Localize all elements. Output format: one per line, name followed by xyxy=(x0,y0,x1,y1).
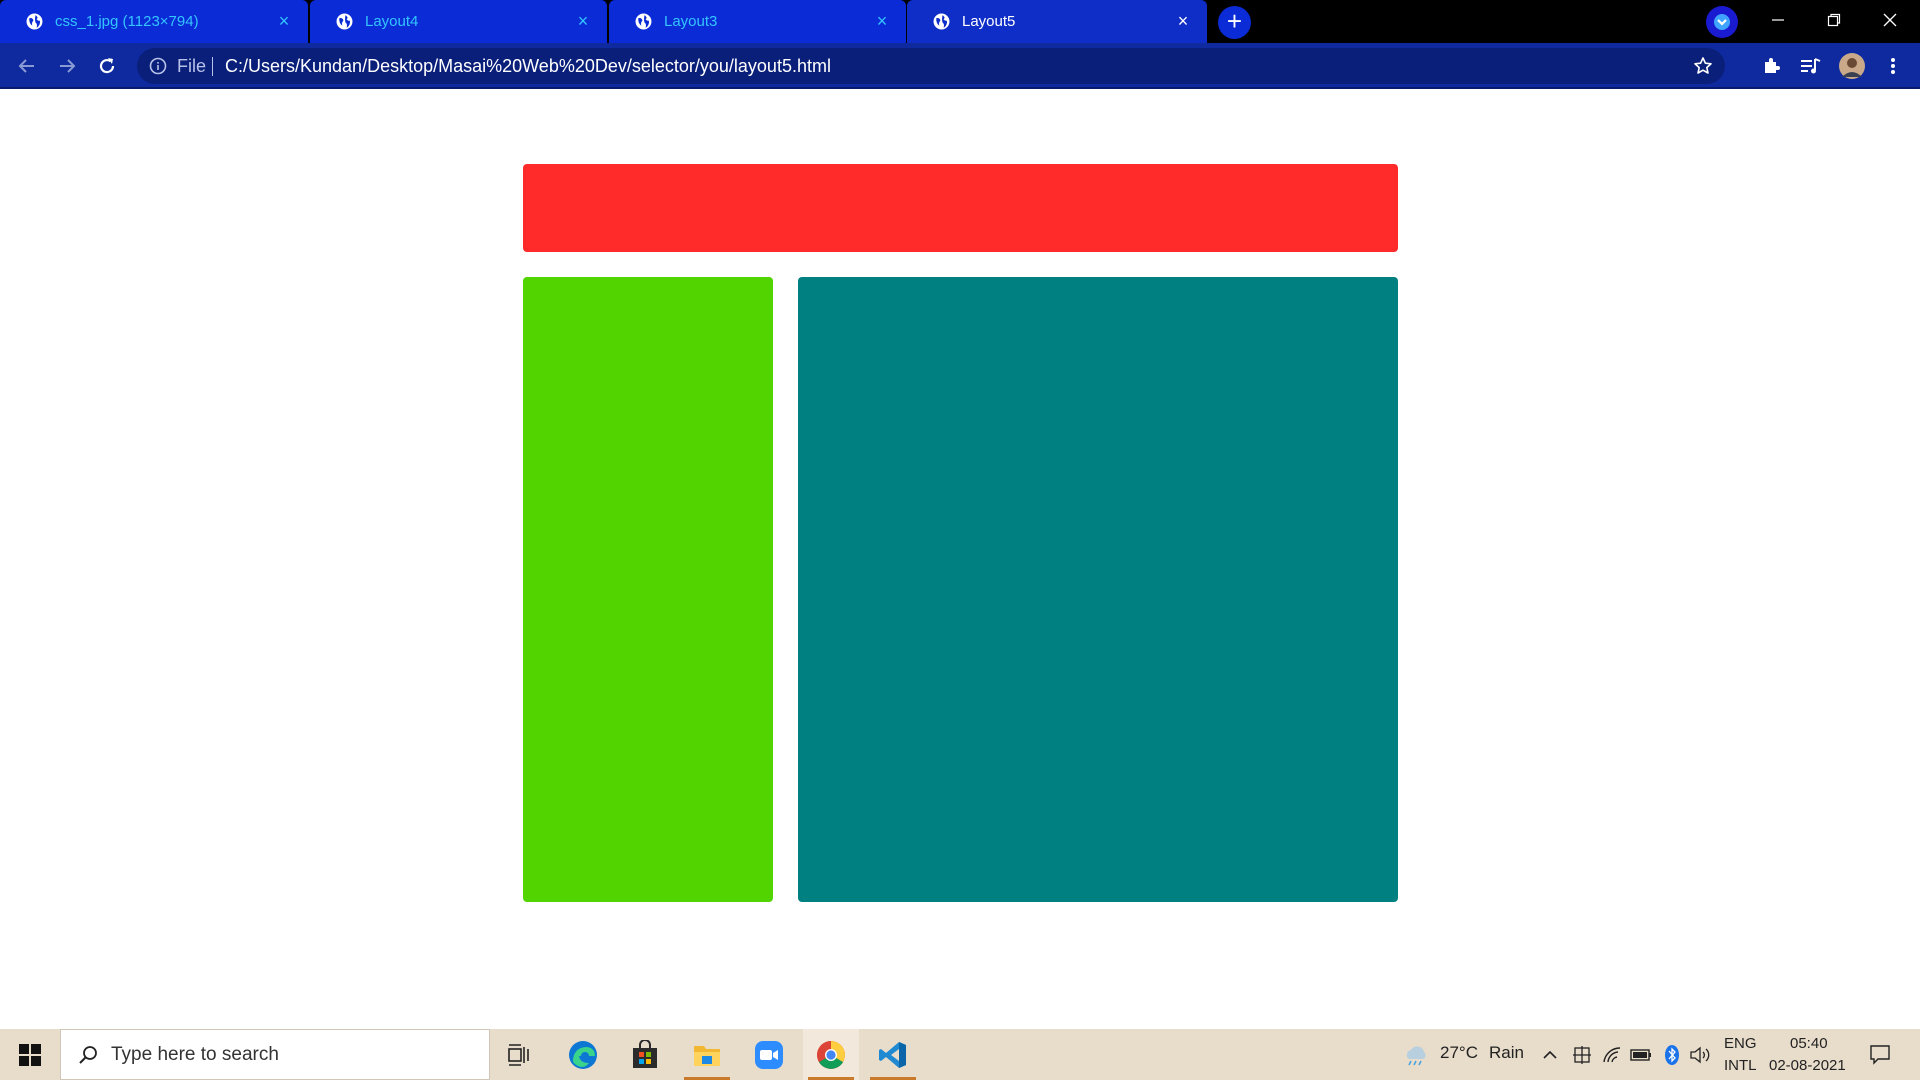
windows-icon xyxy=(19,1043,41,1066)
extensions-icon xyxy=(1765,58,1780,73)
media-icon xyxy=(1801,58,1821,74)
clock-time[interactable]: 05:40 xyxy=(1790,1035,1828,1052)
chrome-app[interactable] xyxy=(803,1029,859,1080)
weather-temperature[interactable]: 27°C xyxy=(1440,1043,1478,1063)
tab-title: css_1.jpg (1123×794) xyxy=(55,13,199,30)
browser-toolbar: File C:/Users/Kundan/Desktop/Masai%20Web… xyxy=(0,43,1920,89)
tab-title: Layout5 xyxy=(962,13,1016,30)
notification-center-button[interactable] xyxy=(1868,1042,1892,1066)
restore-button[interactable] xyxy=(1806,0,1862,40)
windows-taskbar: Type here to search 27°C Rain ENG INTL 0… xyxy=(0,1029,1920,1080)
close-window-button[interactable] xyxy=(1862,0,1918,40)
tab-layout5[interactable]: Layout5 × xyxy=(907,0,1207,43)
chevron-down-icon xyxy=(1714,14,1730,30)
tab-title: Layout3 xyxy=(664,13,718,30)
search-placeholder: Type here to search xyxy=(111,1044,279,1065)
close-icon[interactable]: × xyxy=(573,11,593,31)
star-icon[interactable] xyxy=(1693,56,1713,76)
sidebar-box xyxy=(523,277,773,902)
header-box xyxy=(523,164,1398,252)
tab-search-button[interactable] xyxy=(1706,6,1738,38)
globe-icon xyxy=(635,13,652,30)
globe-icon xyxy=(336,13,353,30)
taskbar-search-box[interactable]: Type here to search xyxy=(60,1029,490,1080)
extensions-button[interactable] xyxy=(1756,51,1786,81)
language-layout[interactable]: INTL xyxy=(1724,1057,1757,1074)
restore-icon xyxy=(1827,13,1841,27)
profile-button[interactable] xyxy=(1837,51,1867,81)
zoom-app[interactable] xyxy=(741,1029,797,1080)
tab-css-1-jpg[interactable]: css_1.jpg (1123×794) × xyxy=(0,0,308,43)
tab-title: Layout4 xyxy=(365,13,419,30)
info-icon[interactable] xyxy=(149,57,167,75)
page-viewport xyxy=(0,89,1920,1029)
folder-icon xyxy=(694,1045,720,1066)
main-box xyxy=(798,277,1398,902)
tab-layout3[interactable]: Layout3 × xyxy=(609,0,906,43)
avatar xyxy=(1839,53,1865,79)
vscode-app[interactable] xyxy=(865,1029,921,1080)
new-tab-button[interactable]: + xyxy=(1218,6,1251,39)
media-control-button[interactable] xyxy=(1796,51,1826,81)
chevron-up-icon[interactable] xyxy=(1538,1043,1562,1067)
vscode-icon xyxy=(879,1041,906,1068)
globe-icon xyxy=(933,13,950,30)
forward-icon xyxy=(60,59,76,73)
scheme-separator xyxy=(212,57,213,76)
bluetooth-icon[interactable] xyxy=(1660,1043,1684,1067)
weather-icon[interactable] xyxy=(1401,1043,1431,1067)
back-button[interactable] xyxy=(12,51,42,81)
network-share-icon[interactable] xyxy=(1570,1043,1594,1067)
close-icon[interactable]: × xyxy=(1173,11,1193,31)
tab-strip: css_1.jpg (1123×794) × Layout4 × Layout3… xyxy=(0,0,1920,43)
reload-icon xyxy=(99,58,115,74)
back-icon xyxy=(18,59,34,73)
language-code[interactable]: ENG xyxy=(1724,1035,1757,1052)
close-icon[interactable]: × xyxy=(274,11,294,31)
forward-button[interactable] xyxy=(52,51,82,81)
notification-icon xyxy=(1870,1045,1890,1065)
chrome-icon xyxy=(817,1040,845,1069)
reload-button[interactable] xyxy=(92,51,122,81)
volume-icon[interactable] xyxy=(1688,1043,1712,1067)
edge-app[interactable] xyxy=(555,1029,611,1080)
task-view-button[interactable] xyxy=(491,1029,547,1080)
url-text[interactable]: C:/Users/Kundan/Desktop/Masai%20Web%20De… xyxy=(225,56,831,77)
close-icon[interactable]: × xyxy=(872,11,892,31)
store-app[interactable] xyxy=(617,1029,673,1080)
close-icon xyxy=(1883,13,1897,27)
file-explorer-app[interactable] xyxy=(679,1029,735,1080)
edge-icon xyxy=(569,1040,597,1069)
tab-layout4[interactable]: Layout4 × xyxy=(310,0,607,43)
minimize-icon xyxy=(1772,19,1784,21)
weather-condition[interactable]: Rain xyxy=(1489,1043,1524,1063)
start-button[interactable] xyxy=(0,1029,60,1080)
wifi-icon[interactable] xyxy=(1600,1043,1624,1067)
scheme-label: File xyxy=(177,56,207,76)
search-icon xyxy=(79,1046,97,1064)
minimize-button[interactable] xyxy=(1750,0,1806,40)
battery-icon[interactable] xyxy=(1629,1043,1653,1067)
browser-menu-button[interactable] xyxy=(1878,51,1908,81)
menu-icon xyxy=(1891,58,1895,74)
store-icon xyxy=(633,1039,657,1068)
zoom-icon xyxy=(755,1040,783,1069)
address-bar[interactable]: File C:/Users/Kundan/Desktop/Masai%20Web… xyxy=(137,48,1725,84)
plus-icon: + xyxy=(1226,6,1243,36)
task-view-icon xyxy=(508,1043,529,1066)
globe-icon xyxy=(26,13,43,30)
clock-date[interactable]: 02-08-2021 xyxy=(1769,1057,1846,1074)
